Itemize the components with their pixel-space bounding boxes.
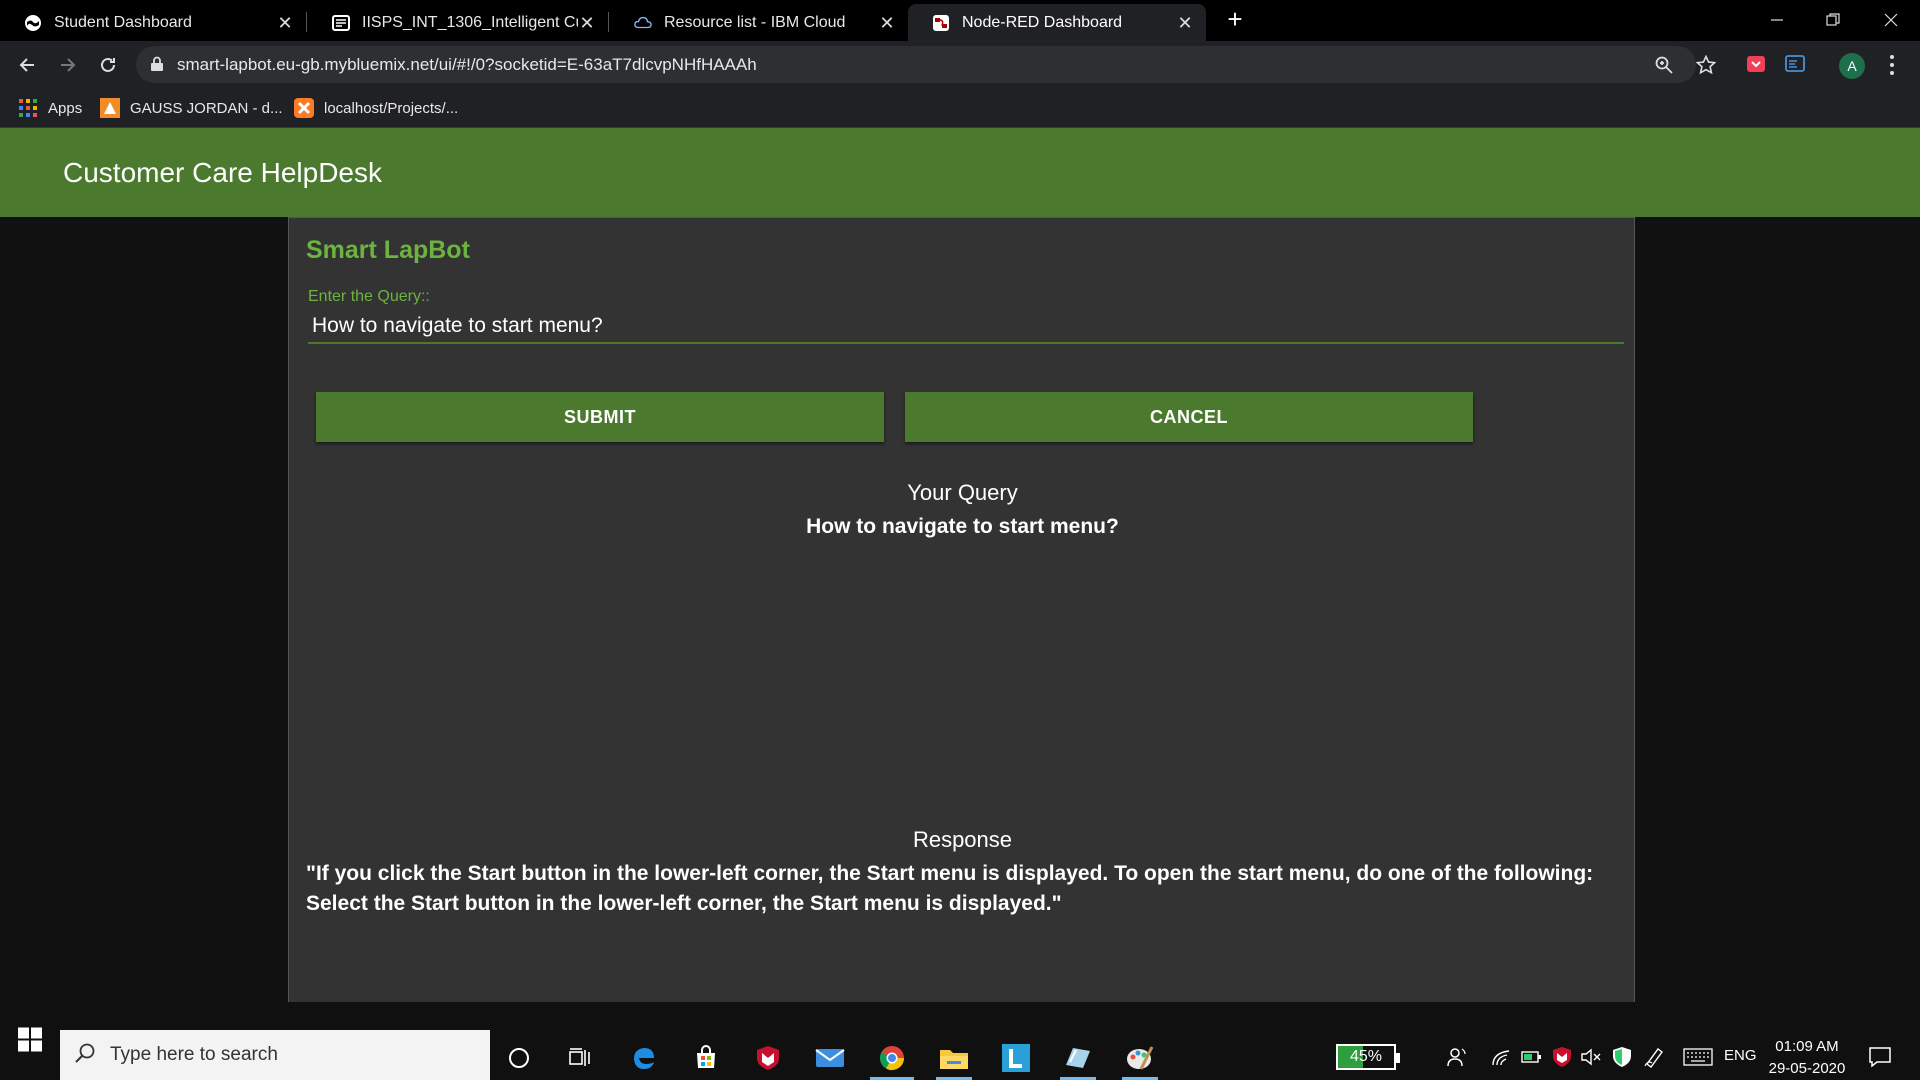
node-red-icon xyxy=(932,14,950,32)
bookmark-label: Apps xyxy=(48,99,83,117)
search-icon xyxy=(74,1042,96,1069)
clock-time: 01:09 AM xyxy=(1775,1038,1839,1055)
bookmark-apps[interactable]: Apps xyxy=(18,96,82,120)
bookmark-site-icon xyxy=(100,98,120,118)
action-center-icon[interactable] xyxy=(1868,1045,1892,1074)
your-query-value: How to navigate to start menu? xyxy=(806,515,1119,538)
battery-indicator[interactable]: 45% xyxy=(1336,1044,1400,1070)
tab-node-red-dashboard[interactable]: Node-RED Dashboard ✕ xyxy=(908,4,1206,41)
bookmark-label: GAUSS JORDAN - d... xyxy=(130,99,283,117)
address-bar[interactable]: smart-lapbot.eu-gb.mybluemix.net/ui/#!/0… xyxy=(136,46,1696,83)
document-icon xyxy=(332,14,350,32)
close-icon[interactable]: ✕ xyxy=(878,14,896,32)
bookmarks-bar: Apps GAUSS JORDAN - d... localhost/Proje… xyxy=(0,88,1920,128)
tab-title: Resource list - IBM Cloud xyxy=(664,13,846,31)
bookmark-gauss-jordan[interactable]: GAUSS JORDAN - d... xyxy=(100,96,283,120)
bookmark-star-icon[interactable] xyxy=(1696,55,1716,75)
page-viewport: Customer Care HelpDesk Smart LapBot Ente… xyxy=(0,128,1920,1006)
wifi-icon[interactable] xyxy=(1490,1045,1514,1069)
lightshot-icon[interactable] xyxy=(994,1038,1038,1078)
keyboard-icon[interactable] xyxy=(1682,1045,1714,1069)
people-icon[interactable] xyxy=(1445,1045,1469,1069)
mcafee-icon[interactable] xyxy=(746,1038,790,1078)
lock-icon xyxy=(150,56,164,77)
notes-app-icon[interactable] xyxy=(1056,1038,1100,1080)
mcafee-tray-icon[interactable] xyxy=(1550,1045,1574,1069)
store-icon[interactable] xyxy=(684,1038,728,1078)
file-explorer-icon[interactable] xyxy=(932,1038,976,1080)
submit-button[interactable]: SUBMIT xyxy=(316,392,884,442)
windows-taskbar: Type here to search 45% ENG 01:09 AM 29-… xyxy=(0,1002,1920,1080)
screen: Student Dashboard ✕ IISPS_INT_1306_Intel… xyxy=(0,0,1920,1080)
response-value: "If you click the Start button in the lo… xyxy=(306,862,1594,915)
forward-button[interactable] xyxy=(54,51,82,79)
mail-icon[interactable] xyxy=(808,1038,852,1078)
close-icon[interactable]: ✕ xyxy=(578,14,596,32)
search-placeholder: Type here to search xyxy=(110,1044,278,1065)
card-title: Smart LapBot xyxy=(306,236,470,264)
volume-muted-icon[interactable] xyxy=(1579,1045,1603,1069)
security-shield-icon[interactable] xyxy=(1610,1045,1634,1069)
tab-title: Student Dashboard xyxy=(54,13,192,31)
query-label: Enter the Query:: xyxy=(308,288,430,305)
close-icon[interactable]: ✕ xyxy=(276,14,294,32)
cancel-button[interactable]: CANCEL xyxy=(905,392,1473,442)
cortana-icon[interactable] xyxy=(497,1038,541,1078)
battery-percent: 45% xyxy=(1349,1048,1383,1065)
your-query-label: Your Query xyxy=(907,480,1018,505)
language-indicator[interactable]: ENG xyxy=(1724,1047,1757,1064)
taskbar-search-box[interactable]: Type here to search xyxy=(60,1030,490,1080)
back-button[interactable] xyxy=(13,51,41,79)
app-header: Customer Care HelpDesk xyxy=(0,128,1920,217)
url-text: smart-lapbot.eu-gb.mybluemix.net/ui/#!/0… xyxy=(177,55,757,74)
windows-start-icon[interactable] xyxy=(18,1027,42,1057)
task-view-icon[interactable] xyxy=(558,1038,602,1078)
battery-nub xyxy=(1396,1053,1400,1063)
bookmark-label: localhost/Projects/... xyxy=(324,99,459,117)
profile-avatar[interactable]: A xyxy=(1839,53,1865,79)
globe-icon xyxy=(24,14,42,32)
browser-toolbar: smart-lapbot.eu-gb.mybluemix.net/ui/#!/0… xyxy=(0,41,1920,88)
battery-saver-icon[interactable] xyxy=(1520,1045,1544,1069)
clock-date: 29-05-2020 xyxy=(1768,1060,1846,1077)
new-tab-button[interactable]: + xyxy=(1223,6,1247,32)
response-label: Response xyxy=(912,827,1013,852)
tab-student-dashboard[interactable]: Student Dashboard ✕ xyxy=(0,4,306,41)
cloud-icon xyxy=(634,14,652,32)
lapbot-card: Smart LapBot Enter the Query:: SUBMIT CA… xyxy=(288,217,1635,1006)
browser-menu-icon[interactable] xyxy=(1882,53,1902,77)
edge-icon[interactable] xyxy=(622,1038,666,1078)
page-title: Customer Care HelpDesk xyxy=(63,157,382,188)
chrome-icon[interactable] xyxy=(870,1038,914,1080)
pen-icon[interactable] xyxy=(1642,1045,1666,1069)
tab-title: IISPS_INT_1306_Intelligent Customer xyxy=(362,13,578,31)
close-icon[interactable]: ✕ xyxy=(1176,14,1194,32)
tab-ibm-cloud[interactable]: Resource list - IBM Cloud ✕ xyxy=(610,4,908,41)
close-window-button[interactable] xyxy=(1876,6,1906,34)
bookmark-localhost[interactable]: localhost/Projects/... xyxy=(294,96,458,120)
browser-tab-strip: Student Dashboard ✕ IISPS_INT_1306_Intel… xyxy=(0,0,1920,41)
query-input[interactable] xyxy=(308,310,1624,344)
xampp-icon xyxy=(294,98,314,118)
minimize-button[interactable] xyxy=(1762,6,1792,34)
tab-iisps[interactable]: IISPS_INT_1306_Intelligent Customer ✕ xyxy=(308,4,608,41)
reload-button[interactable] xyxy=(94,51,122,79)
apps-grid-icon xyxy=(18,98,38,118)
tab-separator xyxy=(306,12,307,32)
restore-button[interactable] xyxy=(1818,6,1848,34)
reader-extension-icon[interactable] xyxy=(1785,53,1807,75)
system-clock[interactable]: 01:09 AM 29-05-2020 xyxy=(1762,1036,1852,1080)
paint-icon[interactable] xyxy=(1118,1038,1162,1080)
zoom-icon[interactable] xyxy=(1654,55,1674,75)
tab-title: Node-RED Dashboard xyxy=(962,13,1123,31)
tab-separator xyxy=(608,12,609,32)
pocket-extension-icon[interactable] xyxy=(1745,53,1767,75)
